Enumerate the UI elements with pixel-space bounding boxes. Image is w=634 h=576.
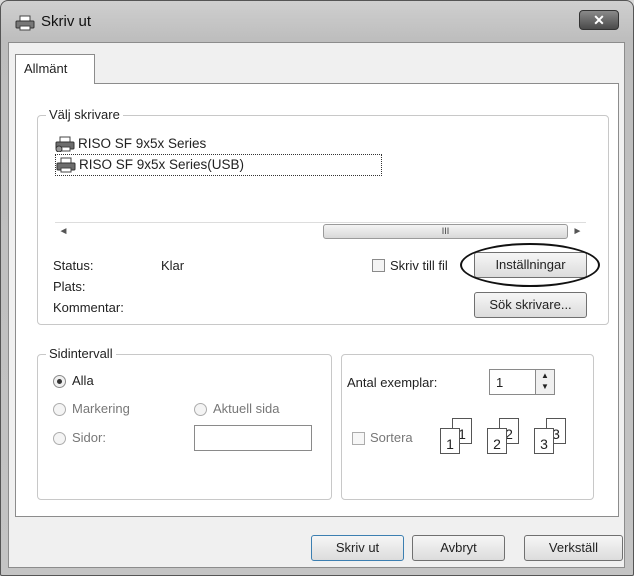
scroll-thumb[interactable]: III — [323, 224, 568, 239]
printer-icon — [15, 15, 35, 31]
highlight-ellipse — [460, 243, 600, 287]
print-to-file-checkbox[interactable] — [372, 259, 385, 272]
radio-pages[interactable] — [53, 432, 66, 445]
printer-group-legend: Välj skrivare — [46, 107, 123, 122]
find-printer-button[interactable]: Sök skrivare... — [474, 292, 587, 318]
collate-page-front: 1 — [440, 428, 460, 454]
collate-set-2: 2 2 — [487, 418, 521, 456]
comment-label: Kommentar: — [53, 300, 124, 315]
printer-item-label: RISO SF 9x5x Series — [78, 136, 207, 151]
scroll-right-arrow[interactable]: ► — [569, 223, 586, 240]
print-to-file-label: Skriv till fil — [390, 258, 448, 273]
collate-set-3: 3 3 — [534, 418, 568, 456]
spin-up-icon[interactable]: ▲ — [536, 370, 554, 381]
cancel-button[interactable]: Avbryt — [412, 535, 505, 561]
print-button[interactable]: Skriv ut — [311, 535, 404, 561]
scroll-left-arrow[interactable]: ◄ — [55, 223, 72, 240]
copies-count-label: Antal exemplar: — [347, 375, 438, 390]
collate-page-front: 2 — [487, 428, 507, 454]
window-title: Skriv ut — [41, 13, 92, 30]
collate-set-1: 1 1 — [440, 418, 474, 456]
radio-selection-label: Markering — [72, 401, 130, 416]
collate-label: Sortera — [370, 430, 413, 445]
copies-count-input[interactable]: 1 — [489, 369, 537, 395]
radio-current-page-label: Aktuell sida — [213, 401, 280, 416]
printer-icon — [55, 136, 75, 152]
status-value: Klar — [161, 258, 185, 273]
printer-item-selected[interactable]: RISO SF 9x5x Series(USB) — [55, 154, 382, 176]
title-bar[interactable]: Skriv ut ✕ — [1, 1, 633, 43]
pages-input[interactable] — [194, 425, 312, 451]
collate-page-front: 3 — [534, 428, 554, 454]
close-button[interactable]: ✕ — [579, 10, 619, 30]
collate-checkbox[interactable] — [352, 432, 365, 445]
radio-selection[interactable] — [53, 403, 66, 416]
radio-all[interactable] — [53, 375, 66, 388]
printer-icon — [56, 157, 76, 173]
printer-list-scrollbar[interactable]: ◄ III ► — [55, 222, 586, 240]
printer-item-label: RISO SF 9x5x Series(USB) — [79, 157, 245, 172]
status-label: Status: — [53, 258, 94, 273]
copies-spinner[interactable]: ▲ ▼ — [535, 369, 555, 395]
apply-button[interactable]: Verkställ — [524, 535, 623, 561]
radio-current-page[interactable] — [194, 403, 207, 416]
location-label: Plats: — [53, 279, 86, 294]
page-range-legend: Sidintervall — [46, 346, 116, 361]
radio-all-label: Alla — [72, 373, 94, 388]
tab-general[interactable]: Allmänt — [15, 54, 95, 84]
radio-pages-label: Sidor: — [72, 430, 106, 445]
spin-down-icon[interactable]: ▼ — [536, 381, 554, 392]
